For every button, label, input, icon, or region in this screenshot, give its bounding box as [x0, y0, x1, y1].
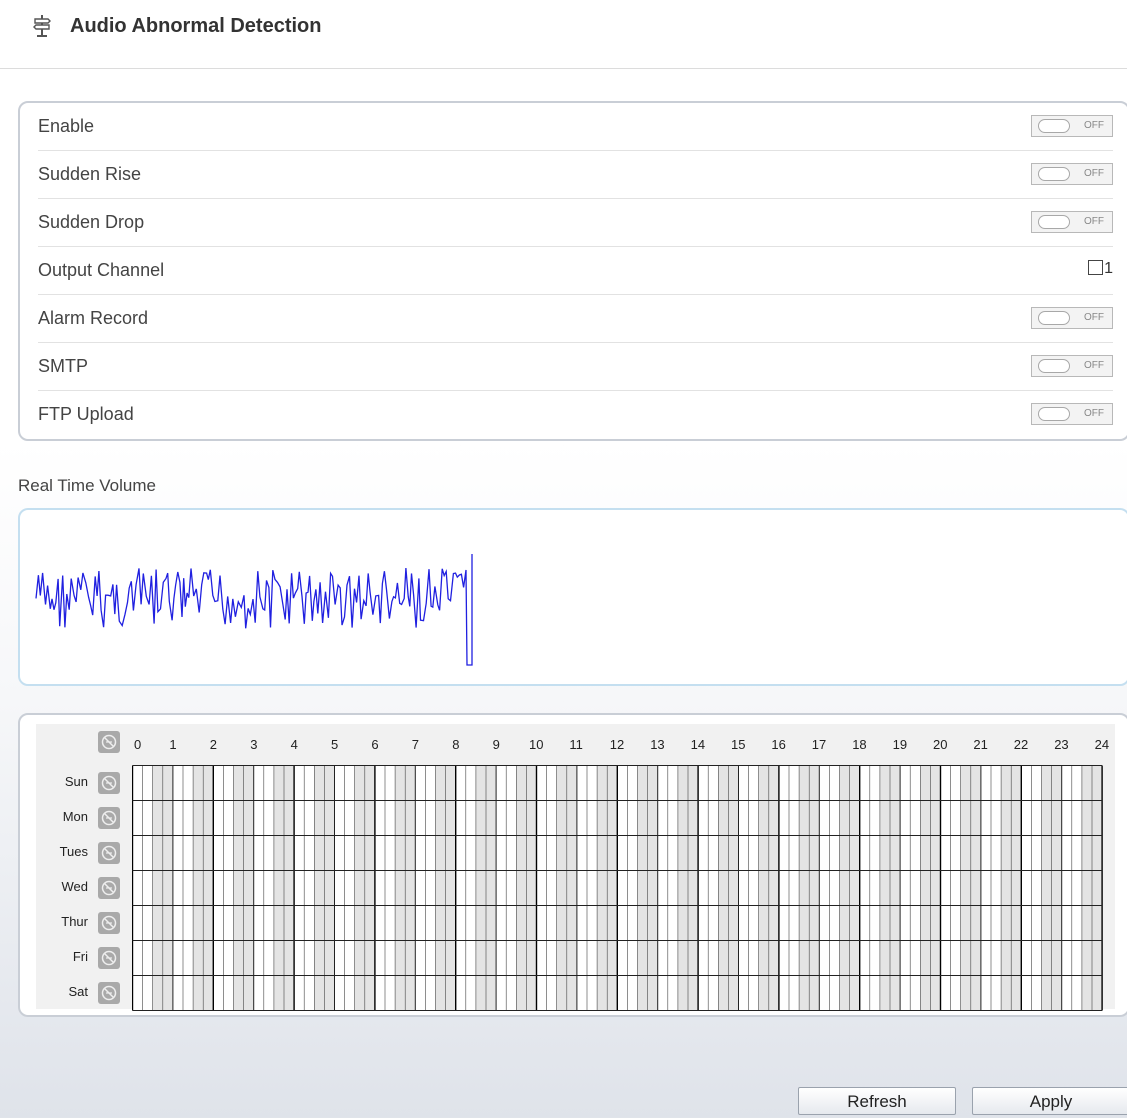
toggle-knob — [1038, 359, 1070, 373]
hour-label: 14 — [690, 737, 706, 752]
hour-label: 18 — [852, 737, 867, 752]
clear-all-schedule-button[interactable] — [98, 731, 120, 753]
setting-label: Alarm Record — [38, 308, 149, 328]
hour-label: 17 — [811, 737, 827, 752]
real-time-volume-label: Real Time Volume — [18, 476, 156, 495]
hour-label: 15 — [731, 737, 746, 752]
toggle-state: OFF — [1084, 312, 1104, 323]
hour-label: 4 — [290, 737, 298, 752]
hour-label: 19 — [892, 737, 908, 752]
setting-label: FTP Upload — [38, 404, 134, 424]
hour-label: 1 — [169, 737, 177, 752]
toggle-knob — [1038, 119, 1070, 133]
clear-icon — [101, 985, 117, 1001]
setting-row-sudden-drop: Sudden Drop OFF — [38, 199, 1113, 247]
hour-label: 7 — [411, 737, 420, 752]
clear-day-sun-button[interactable] — [98, 772, 120, 794]
hour-label: 6 — [371, 737, 379, 752]
alarm-record-toggle[interactable]: OFF — [1031, 307, 1113, 329]
refresh-button[interactable]: Refresh — [798, 1087, 956, 1115]
setting-row-enable: Enable OFF — [38, 103, 1113, 151]
hour-label: 16 — [771, 737, 786, 752]
sudden-drop-toggle[interactable]: OFF — [1031, 211, 1113, 233]
apply-button[interactable]: Apply — [972, 1087, 1127, 1115]
day-label-fri: Fri — [72, 949, 88, 964]
setting-row-alarm-record: Alarm Record OFF — [38, 295, 1113, 343]
real-time-volume-panel — [18, 508, 1127, 686]
clear-icon — [101, 880, 117, 896]
smtp-toggle[interactable]: OFF — [1031, 355, 1113, 377]
setting-label: Output Channel — [38, 260, 165, 280]
toggle-state: OFF — [1084, 408, 1104, 419]
sudden-rise-toggle[interactable]: OFF — [1031, 163, 1113, 185]
setting-row-sudden-rise: Sudden Rise OFF — [38, 151, 1113, 199]
setting-row-ftp-upload: FTP Upload OFF — [38, 391, 1113, 438]
hour-label: 5 — [331, 737, 339, 752]
day-label-sat: Sat — [68, 984, 88, 999]
day-label-thur: Thur — [61, 914, 88, 929]
toggle-knob — [1038, 311, 1070, 325]
volume-trace — [35, 554, 473, 666]
hour-label: 22 — [1013, 737, 1029, 752]
clear-icon — [101, 775, 117, 791]
day-label-mon: Mon — [62, 809, 88, 824]
page-header: Audio Abnormal Detection — [0, 0, 1127, 69]
clear-day-mon-button[interactable] — [98, 807, 120, 829]
clear-day-tues-button[interactable] — [98, 842, 120, 864]
day-label-tues: Tues — [59, 844, 88, 859]
hour-label: 21 — [973, 737, 988, 752]
setting-label: Enable — [38, 116, 95, 136]
volume-waveform — [35, 554, 473, 666]
hour-label: 2 — [209, 737, 218, 752]
hour-label: 24 — [1094, 737, 1110, 752]
toggle-knob — [1038, 407, 1070, 421]
checkbox-box[interactable] — [1088, 260, 1104, 275]
hour-label: 8 — [452, 737, 460, 752]
clear-icon — [101, 845, 117, 861]
setting-label: SMTP — [38, 356, 89, 376]
toggle-state: OFF — [1084, 168, 1104, 179]
ftp-upload-toggle[interactable]: OFF — [1031, 403, 1113, 425]
page-title: Audio Abnormal Detection — [70, 15, 322, 37]
checkbox-label: 1 — [1104, 260, 1113, 277]
enable-toggle[interactable]: OFF — [1031, 115, 1113, 137]
setting-label: Sudden Rise — [38, 164, 142, 184]
toggle-knob — [1038, 215, 1070, 229]
hour-label: 0 — [134, 737, 142, 752]
clear-day-fri-button[interactable] — [98, 947, 120, 969]
clear-icon — [101, 734, 117, 750]
output-channel-checkbox[interactable]: 1 — [1088, 260, 1113, 278]
day-label-sun: Sun — [64, 774, 88, 789]
hour-label: 3 — [250, 737, 258, 752]
clear-icon — [101, 810, 117, 826]
setting-row-smtp: SMTP OFF — [38, 343, 1113, 391]
clear-icon — [101, 915, 117, 931]
schedule-panel: 0 1 2 3 4 5 6 7 8 9 10 11 12 13 14 15 16 17 18 19 20 21 22 23 24… — [18, 713, 1127, 1017]
hour-label: 13 — [650, 737, 665, 752]
setting-label: Sudden Drop — [38, 212, 145, 232]
hour-label: 10 — [529, 737, 544, 752]
clear-day-sat-button[interactable] — [98, 982, 120, 1004]
hour-label: 11 — [569, 737, 583, 752]
toggle-state: OFF — [1084, 120, 1104, 131]
hour-label: 23 — [1054, 737, 1069, 752]
settings-panel: Enable OFF Sudden Rise OFF Sudden Drop OFF Out… — [18, 101, 1127, 441]
hour-label: 20 — [933, 737, 948, 752]
clear-icon — [101, 950, 117, 966]
signpost-icon — [33, 15, 51, 37]
toggle-knob — [1038, 167, 1070, 181]
day-label-wed: Wed — [61, 879, 89, 894]
hour-label: 9 — [492, 737, 500, 752]
hour-label: 12 — [609, 737, 625, 752]
setting-row-output-channel: Output Channel 1 — [38, 247, 1113, 295]
toggle-state: OFF — [1084, 216, 1104, 227]
clear-day-thur-button[interactable] — [98, 912, 120, 934]
toggle-state: OFF — [1084, 360, 1104, 371]
clear-day-wed-button[interactable] — [98, 877, 120, 899]
schedule-grid[interactable] — [132, 765, 1104, 1012]
